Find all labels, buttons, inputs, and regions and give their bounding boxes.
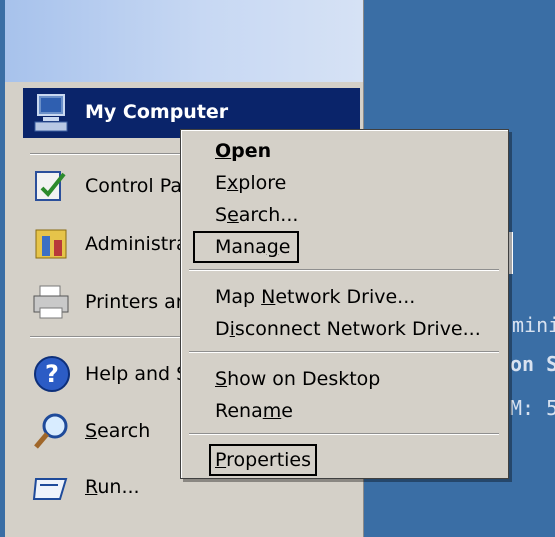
help-and-support-label: Help and S: [85, 363, 189, 385]
printers-icon: [33, 285, 69, 319]
ctx-explore[interactable]: Explore: [181, 166, 508, 198]
ctx-show-on-desktop-label: Show on Desktop: [215, 368, 381, 390]
ctx-search-label: Search...: [215, 204, 299, 226]
ctx-explore-label: Explore: [215, 172, 287, 194]
ctx-disconnect-network-drive-label: Disconnect Network Drive...: [215, 318, 481, 340]
desktop-text-1: mini: [512, 313, 555, 337]
ctx-manage[interactable]: Manage: [181, 230, 508, 263]
desktop-text-3: M: 5: [510, 396, 555, 420]
help-icon: ?: [34, 356, 70, 392]
search-label: Search: [85, 420, 151, 442]
administrative-tools-icon: [35, 229, 67, 259]
search-icon: [34, 413, 68, 449]
ctx-open[interactable]: Open: [181, 134, 508, 166]
run-icon: [32, 478, 68, 500]
administrative-tools-label: Administra: [85, 233, 188, 255]
ctx-open-label: Open: [215, 140, 272, 162]
printers-label: Printers ar: [85, 291, 184, 313]
my-computer-icon: [34, 94, 68, 132]
control-panel-icon: [35, 171, 66, 201]
desktop-text-2: on S: [510, 352, 555, 376]
context-menu: Open Explore Search... Manage Map Networ…: [180, 129, 509, 479]
ctx-separator-1: [189, 269, 499, 271]
start-menu-header: [5, 0, 363, 82]
ctx-search[interactable]: Search...: [181, 198, 508, 230]
control-panel-label: Control Pa: [85, 175, 182, 197]
ctx-map-network-drive[interactable]: Map Network Drive...: [181, 280, 508, 312]
ctx-separator-2: [189, 351, 499, 353]
ctx-show-on-desktop[interactable]: Show on Desktop: [181, 362, 508, 394]
run-label: Run...: [85, 476, 140, 498]
ctx-separator-3: [189, 433, 499, 435]
ctx-disconnect-network-drive[interactable]: Disconnect Network Drive...: [181, 312, 508, 344]
ctx-properties[interactable]: Properties: [181, 443, 508, 476]
ctx-properties-highlight: [209, 444, 317, 476]
ctx-map-network-drive-label: Map Network Drive...: [215, 286, 416, 308]
ctx-rename[interactable]: Rename: [181, 394, 508, 426]
ctx-manage-highlight: [193, 231, 299, 263]
svg-text:?: ?: [45, 360, 59, 388]
ctx-rename-label: Rename: [215, 400, 293, 422]
my-computer-label: My Computer: [85, 101, 229, 123]
